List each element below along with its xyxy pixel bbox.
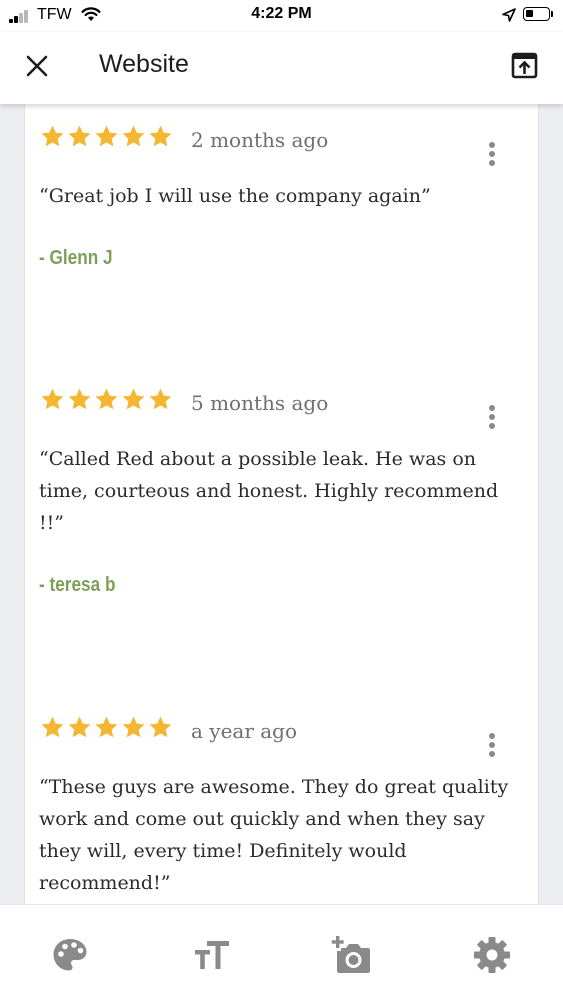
page-title: Website xyxy=(99,50,189,78)
status-time: 4:22 PM xyxy=(251,5,312,22)
review-text: “Called Red about a possible leak. He wa… xyxy=(39,448,499,534)
review-text: “Great job I will use the company again” xyxy=(39,185,431,207)
star-icon xyxy=(149,388,172,410)
close-icon[interactable] xyxy=(26,55,48,77)
battery-icon xyxy=(523,7,550,21)
website-content[interactable]: 2 months ago “Great job I will use the c… xyxy=(0,104,563,904)
star-icon xyxy=(68,125,91,147)
star-icon xyxy=(122,125,145,147)
star-icon xyxy=(122,716,145,738)
battery-nub xyxy=(551,11,553,17)
add-photo-icon[interactable] xyxy=(331,935,371,975)
status-bar: TFW 4:22 PM xyxy=(0,0,563,32)
star-icon xyxy=(41,388,64,410)
review-author: - teresa b xyxy=(39,574,116,596)
star-icon xyxy=(95,716,118,738)
star-icon xyxy=(68,388,91,410)
star-icon xyxy=(68,716,91,738)
review-author: - Glenn J xyxy=(39,247,113,269)
reviews-card: 2 months ago “Great job I will use the c… xyxy=(24,104,539,904)
review-date: 2 months ago xyxy=(191,128,329,152)
review-date: a year ago xyxy=(191,719,298,743)
more-options-icon[interactable] xyxy=(487,405,497,435)
star-icon xyxy=(41,125,64,147)
palette-icon[interactable] xyxy=(50,935,90,975)
star-icon xyxy=(122,388,145,410)
open-in-browser-icon[interactable] xyxy=(511,52,538,79)
star-icon xyxy=(41,716,64,738)
star-icon xyxy=(95,125,118,147)
star-icon xyxy=(149,125,172,147)
text-size-icon[interactable] xyxy=(192,935,232,975)
star-icon xyxy=(95,388,118,410)
star-icon xyxy=(149,716,172,738)
more-options-icon[interactable] xyxy=(487,142,497,172)
review-date: 5 months ago xyxy=(191,391,329,415)
app-header: Website xyxy=(0,32,563,104)
review-text: “These guys are awesome. They do great q… xyxy=(39,776,509,894)
bottom-toolbar xyxy=(0,904,563,1000)
location-arrow-icon xyxy=(502,8,516,22)
gear-icon[interactable] xyxy=(472,935,512,975)
more-options-icon[interactable] xyxy=(487,733,497,763)
